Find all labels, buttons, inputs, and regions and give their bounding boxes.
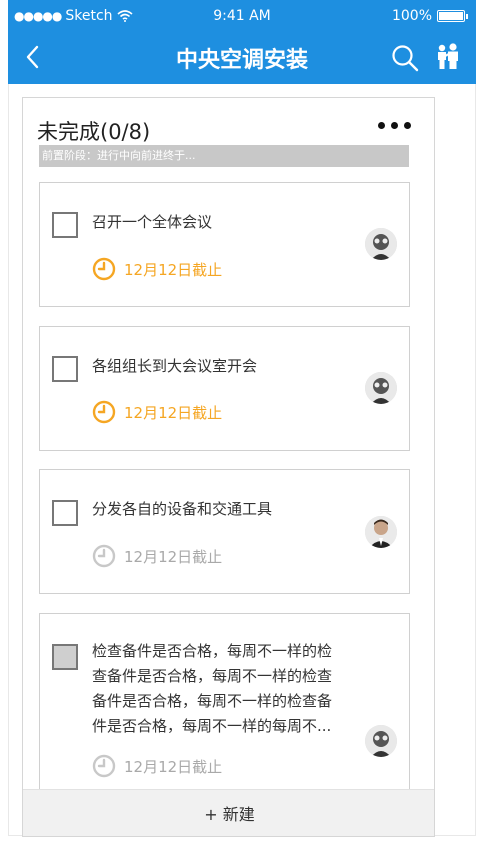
avatar[interactable] — [365, 228, 397, 260]
due-date-label: 12月12日截止 — [124, 260, 223, 279]
new-task-button[interactable]: + 新建 — [23, 789, 434, 836]
due-date: 12月12日截止 — [92, 754, 222, 778]
task-checkbox[interactable] — [52, 500, 78, 526]
clock-icon — [92, 544, 116, 568]
avatar-image — [365, 228, 397, 260]
more-icon[interactable] — [378, 122, 411, 129]
nav-bar: 中央空调安装 — [8, 32, 476, 84]
clock-icon — [92, 754, 116, 778]
battery-percent: 100% — [391, 8, 432, 24]
clock-icon — [92, 400, 116, 424]
task-title-line: 备件是否合格，每周不一样的检查备 — [92, 692, 333, 710]
avatar[interactable] — [365, 372, 397, 404]
task-card[interactable]: 检查备件是否合格，每周不一样的检 查备件是否合格，每周不一样的检查 备件是否合格… — [39, 613, 410, 798]
avatar-image — [365, 725, 397, 757]
task-title-line: 检查备件是否合格，每周不一样的检 — [92, 642, 333, 660]
task-card[interactable]: 分发各自的设备和交通工具 12月12日截止 — [39, 469, 410, 594]
task-checkbox[interactable] — [52, 356, 78, 382]
task-title-line: 查备件是否合格，每周不一样的检查 — [92, 667, 333, 685]
task-title: 检查备件是否合格，每周不一样的检 查备件是否合格，每周不一样的检查 备件是否合格… — [92, 639, 362, 739]
due-date: 12月12日截止 — [92, 400, 222, 424]
avatar[interactable] — [365, 516, 397, 548]
task-title: 分发各自的设备和交通工具 — [92, 500, 273, 518]
due-date: 12月12日截止 — [92, 257, 222, 281]
status-bar: ●●●●● Sketch 9:41 AM 100% — [8, 0, 476, 32]
task-card[interactable]: 召开一个全体会议 12月12日截止 — [39, 182, 410, 307]
task-title: 各组组长到大会议室开会 — [92, 357, 258, 375]
task-title-line: 件是否合格，每周不一样的每周不... — [92, 717, 332, 735]
people-icon[interactable] — [433, 42, 463, 72]
clock-icon — [92, 257, 116, 281]
search-icon[interactable] — [390, 43, 420, 73]
avatar-image — [365, 516, 397, 548]
task-title: 召开一个全体会议 — [92, 213, 213, 231]
avatar-image — [365, 372, 397, 404]
task-panel: 未完成(0/8) 前置阶段：进行中向前进终于... 召开一个全体会议 12月12… — [22, 97, 435, 837]
due-date: 12月12日截止 — [92, 544, 222, 568]
battery-icon — [437, 10, 465, 22]
stage-bar: 前置阶段：进行中向前进终于... — [39, 145, 409, 167]
due-date-label: 12月12日截止 — [124, 547, 223, 566]
battery-tip — [466, 13, 468, 19]
avatar[interactable] — [365, 725, 397, 757]
top-bar: ●●●●● Sketch 9:41 AM 100% 中央空调安装 — [8, 0, 476, 84]
task-card[interactable]: 各组组长到大会议室开会 12月12日截止 — [39, 326, 410, 451]
panel-title: 未完成(0/8) — [37, 120, 151, 144]
due-date-label: 12月12日截止 — [124, 757, 223, 776]
task-checkbox[interactable] — [52, 212, 78, 238]
due-date-label: 12月12日截止 — [124, 403, 223, 422]
status-right: 100% — [392, 8, 468, 24]
task-checkbox[interactable] — [52, 644, 78, 670]
